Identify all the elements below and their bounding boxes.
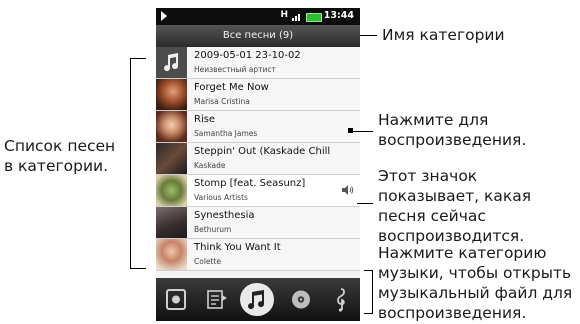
- song-title: Steppin' Out (Kaskade Chill: [194, 146, 331, 157]
- song-row[interactable]: Synesthesia Bethurum: [156, 207, 360, 239]
- song-title: Rise: [194, 114, 216, 125]
- album-art: [156, 207, 187, 238]
- music-category-tab-bar: [156, 278, 360, 321]
- song-row[interactable]: Steppin' Out (Kaskade Chill Kaskade: [156, 143, 360, 175]
- song-row[interactable]: Forget Me Now Marisa Cristina: [156, 79, 360, 111]
- song-row[interactable]: Think You Want It Colette: [156, 239, 360, 271]
- song-artist: Bethurum: [194, 225, 232, 234]
- label-now-playing: Этот значок показывает, какая песня сейч…: [378, 167, 532, 245]
- song-artist: Various Artists: [194, 193, 248, 202]
- label-tap-category: Нажмите категорию музыки, чтобы открыть …: [378, 244, 573, 322]
- song-row-playing[interactable]: Stomp [feat. Seasunz] Various Artists: [156, 175, 360, 207]
- callout-line-now-playing: [357, 203, 373, 204]
- song-artist: Kaskade: [194, 161, 226, 170]
- callout-dot-tap-play: [348, 128, 353, 133]
- tab-playlists[interactable]: [199, 283, 233, 316]
- callout-bracket-tabs: [372, 270, 373, 314]
- song-title: Stomp [feat. Seasunz]: [194, 178, 306, 189]
- label-song-list: Список песен в категории.: [4, 137, 116, 175]
- callout-bracket-tabs-bottom: [364, 313, 373, 314]
- song-artist: Colette: [194, 257, 222, 266]
- now-playing-speaker-icon: [342, 185, 354, 195]
- song-row[interactable]: Rise Samantha James: [156, 111, 360, 143]
- phone-screen: H 13:44 Все песни (9) 2009-05-01 23-10-0…: [156, 8, 360, 321]
- song-title: Synesthesia: [194, 210, 255, 221]
- library-icon: [166, 289, 186, 310]
- song-artist: Samantha James: [194, 129, 258, 138]
- album-art: [156, 175, 187, 206]
- song-artist: Неизвестный артист: [194, 65, 276, 74]
- album-art: [156, 239, 187, 270]
- battery-icon: [306, 13, 322, 22]
- callout-bracket-songlist: [130, 58, 131, 268]
- album-art: [156, 143, 187, 174]
- callout-bracket-tabs-top: [364, 270, 373, 271]
- status-bar: H 13:44: [156, 8, 360, 25]
- album-art: [156, 79, 187, 110]
- songs-icon: [248, 290, 265, 310]
- status-time: 13:44: [323, 10, 354, 21]
- song-row[interactable]: 2009-05-01 23-10-02 Неизвестный артист: [156, 47, 360, 79]
- song-title: Forget Me Now: [194, 82, 269, 93]
- callout-line-category: [360, 35, 377, 36]
- music-note-icon: [156, 47, 187, 78]
- album-art: [156, 111, 187, 142]
- playlist-icon: [207, 290, 227, 309]
- tab-library[interactable]: [159, 283, 193, 316]
- callout-bracket-top: [130, 58, 146, 59]
- composers-icon: [337, 288, 345, 312]
- tab-composers[interactable]: [324, 283, 358, 316]
- song-list[interactable]: 2009-05-01 23-10-02 Неизвестный артист F…: [156, 47, 360, 278]
- label-tap-to-play: Нажмите для воспроизведения.: [378, 111, 527, 149]
- network-type: H: [280, 10, 288, 20]
- callout-line-tap-play: [351, 131, 373, 132]
- song-title: Think You Want It: [194, 242, 281, 253]
- play-status-icon: [161, 11, 167, 21]
- albums-icon: [292, 290, 310, 309]
- category-header: Все песни (9): [156, 25, 360, 47]
- label-category-name: Имя категории: [382, 26, 505, 44]
- song-artist: Marisa Cristina: [194, 97, 250, 106]
- tab-albums[interactable]: [284, 283, 318, 316]
- callout-bracket-bottom: [130, 268, 146, 269]
- song-title: 2009-05-01 23-10-02: [194, 50, 301, 61]
- signal-icon: [292, 14, 300, 21]
- tab-songs[interactable]: [240, 283, 274, 316]
